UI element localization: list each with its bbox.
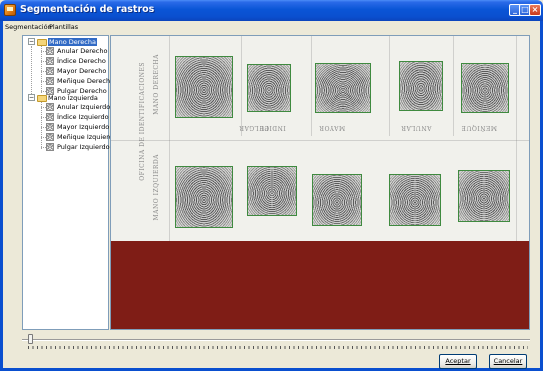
- collapse-icon[interactable]: −: [28, 38, 35, 45]
- app-window: Segmentación de rastros _ □ × Segmentaci…: [0, 0, 543, 371]
- card-line: [241, 36, 242, 136]
- fingerprint-icon: [46, 103, 54, 111]
- image-viewport[interactable]: OFICINA DE IDENTIFICACIONES MANO DERECHA…: [110, 35, 530, 330]
- fingerprint-card-image: OFICINA DE IDENTIFICACIONES MANO DERECHA…: [111, 36, 529, 241]
- segment-box-pulgar-derecho[interactable]: [175, 56, 233, 118]
- zoom-slider-track[interactable]: [22, 339, 530, 341]
- segment-box-anular-derecho[interactable]: [399, 61, 443, 111]
- tree-node-anular-izquierdo[interactable]: Anular Izquierdo: [57, 102, 110, 112]
- tree-node-menique-derecho[interactable]: Meñique Derecho: [57, 76, 114, 86]
- tree-node-mayor-izquierdo[interactable]: Mayor Izquierdo: [57, 122, 109, 132]
- fingerprint-icon: [46, 77, 54, 85]
- segment-box-anular-izquierdo[interactable]: [389, 174, 441, 226]
- segment-box-mayor-izquierdo[interactable]: [312, 174, 362, 226]
- accept-button[interactable]: Aceptar: [439, 354, 477, 369]
- card-line: [111, 140, 529, 141]
- card-label-right-hand: MANO DERECHA: [153, 54, 160, 115]
- fingerprint-icon: [46, 133, 54, 141]
- zoom-slider-ticks: [28, 346, 528, 349]
- zoom-slider-thumb[interactable]: [28, 334, 33, 344]
- card-col-indice: INDICE: [259, 124, 286, 131]
- window-border-left: [0, 21, 3, 371]
- tree-node-mayor-derecho[interactable]: Mayor Derecho: [57, 66, 106, 76]
- fingerprint-icon: [46, 113, 54, 121]
- tree-node-indice-izquierdo[interactable]: Índice Izquierdo: [57, 112, 109, 122]
- menu-plantillas[interactable]: Plantillas: [47, 22, 80, 32]
- segment-box-menique-derecho[interactable]: [461, 63, 509, 113]
- segment-box-indice-izquierdo[interactable]: [247, 166, 297, 216]
- card-label-left-hand: MANO IZQUIERDA: [153, 154, 160, 221]
- window-title: Segmentación de rastros: [20, 4, 155, 15]
- tree-node-menique-izquierdo[interactable]: Meñique Izquierdo: [57, 132, 117, 142]
- fingerprint-icon: [46, 67, 54, 75]
- tree-node-indice-derecho[interactable]: Índice Derecho: [57, 56, 106, 66]
- app-icon: [4, 4, 16, 16]
- tree-node-anular-derecho[interactable]: Anular Derecho: [57, 46, 107, 56]
- finger-tree[interactable]: − Mano Derecha Anular Derecho Índice Der…: [22, 35, 117, 330]
- card-label-office: OFICINA DE IDENTIFICACIONES: [139, 62, 146, 181]
- close-icon: ×: [531, 5, 539, 14]
- menu-bar: Segmentación Plantillas: [3, 21, 540, 33]
- card-line: [516, 36, 517, 241]
- card-line: [169, 36, 170, 241]
- close-button[interactable]: ×: [529, 4, 541, 16]
- card-col-menique: MEÑIQUE: [461, 124, 497, 131]
- card-line: [311, 36, 312, 136]
- tree-connector: [31, 46, 32, 98]
- card-line: [453, 36, 454, 136]
- tree-connector: [41, 46, 42, 93]
- segment-box-indice-derecho[interactable]: [247, 64, 291, 112]
- segment-box-pulgar-izquierdo[interactable]: [175, 166, 233, 228]
- card-col-anular: ANULAR: [401, 124, 432, 131]
- segment-box-menique-izquierdo[interactable]: [458, 170, 510, 222]
- folder-icon: [37, 39, 47, 46]
- fingerprint-icon: [46, 47, 54, 55]
- tree-node-label: Mano Derecha: [48, 38, 97, 46]
- fingerprint-icon: [46, 123, 54, 131]
- cancel-button[interactable]: Cancelar: [489, 354, 527, 369]
- fingerprint-icon: [46, 143, 54, 151]
- folder-icon: [37, 95, 47, 102]
- fingerprint-icon: [46, 57, 54, 65]
- tree-node-pulgar-izquierdo[interactable]: Pulgar Izquierdo: [57, 142, 110, 152]
- collapse-icon[interactable]: −: [28, 94, 35, 101]
- card-line: [389, 36, 390, 136]
- card-col-mayor: MAYOR: [319, 124, 346, 131]
- tree-connector: [41, 102, 42, 149]
- title-bar[interactable]: Segmentación de rastros _ □ ×: [0, 0, 543, 21]
- segment-box-mayor-derecho[interactable]: [315, 63, 371, 113]
